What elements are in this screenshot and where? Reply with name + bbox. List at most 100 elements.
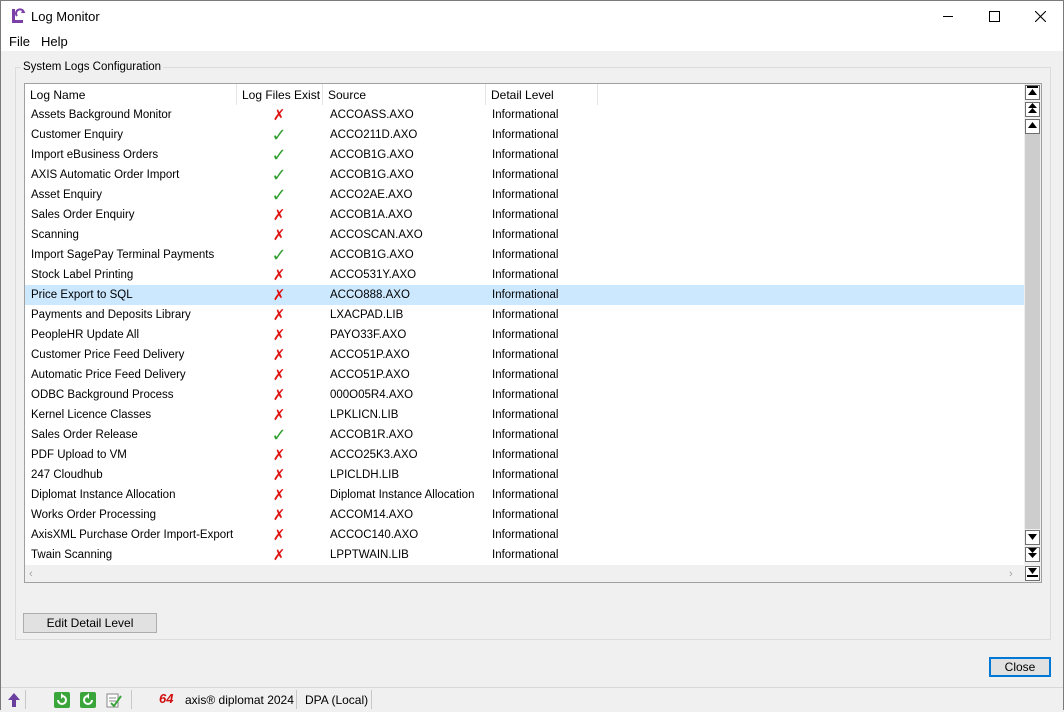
double-chevron-down-icon <box>1027 547 1038 562</box>
detail-level-cell: Informational <box>492 449 559 461</box>
detail-level-cell: Informational <box>492 389 559 401</box>
table-row[interactable]: Stock Label Printing ✗ ACCO531Y.AXO Informa… <box>25 265 1024 285</box>
table-row[interactable]: Scanning ✗ ACCOSCAN.AXO Informational <box>25 225 1024 245</box>
minimize-button[interactable] <box>925 1 971 31</box>
maximize-button[interactable] <box>971 1 1017 31</box>
source-cell: ACCO51P.AXO <box>330 349 410 361</box>
scroll-top-button[interactable] <box>1025 85 1040 100</box>
source-cell: PAYO33F.AXO <box>330 329 407 341</box>
table-row[interactable]: Customer Enquiry ✓ ACCO211D.AXO Information… <box>25 125 1024 145</box>
table-row[interactable]: AXIS Automatic Order Import ✓ ACCOB1G.AXO I… <box>25 165 1024 185</box>
log-name-cell: Import eBusiness Orders <box>31 149 159 161</box>
table-row[interactable]: AxisXML Purchase Order Import-Export ✗ ACC… <box>25 525 1024 545</box>
horizontal-scrollbar[interactable]: ‹ › <box>25 565 1024 582</box>
table-row[interactable]: ODBC Background Process ✗ 000O05R4.AXO Info… <box>25 385 1024 405</box>
table-row[interactable]: Twain Scanning ✗ LPPTWAIN.LIB Informational <box>25 545 1024 565</box>
log-name-cell: Payments and Deposits Library <box>31 309 191 321</box>
table-row[interactable]: PDF Upload to VM ✗ ACCO25K3.AXO Information… <box>25 445 1024 465</box>
cross-icon: ✗ <box>272 106 286 124</box>
close-window-button[interactable] <box>1017 1 1063 31</box>
source-cell: ACCO25K3.AXO <box>330 449 418 461</box>
close-button[interactable]: Close <box>989 657 1051 677</box>
table-row[interactable]: Customer Price Feed Delivery ✗ ACCO51P.AXO… <box>25 345 1024 365</box>
menu-file[interactable]: File <box>8 34 31 49</box>
log-name-cell: Twain Scanning <box>31 549 113 561</box>
scroll-up-button[interactable] <box>1025 119 1040 134</box>
scrollbar-thumb[interactable] <box>1025 134 1040 529</box>
source-cell: ACCOSCAN.AXO <box>330 229 423 241</box>
scroll-page-up-button[interactable] <box>1025 102 1040 117</box>
cross-icon: ✗ <box>272 466 286 484</box>
column-header-log-name[interactable]: Log Name <box>25 84 237 105</box>
scroll-left-icon[interactable]: ‹ <box>29 568 33 580</box>
table-row[interactable]: PeopleHR Update All ✗ PAYO33F.AXO Informati… <box>25 325 1024 345</box>
menu-help[interactable]: Help <box>40 34 69 49</box>
cross-icon: ✗ <box>272 526 286 544</box>
check-icon: ✓ <box>271 125 287 145</box>
detail-level-cell: Informational <box>492 129 559 141</box>
detail-level-cell: Informational <box>492 309 559 321</box>
table-row[interactable]: Automatic Price Feed Delivery ✗ ACCO51P.AX… <box>25 365 1024 385</box>
check-icon: ✓ <box>271 185 287 205</box>
cross-icon: ✗ <box>272 506 286 524</box>
table-row[interactable]: Payments and Deposits Library ✗ LXACPAD.LI… <box>25 305 1024 325</box>
cross-icon: ✗ <box>272 366 286 384</box>
source-cell: ACCOASS.AXO <box>330 109 414 121</box>
check-icon: ✓ <box>271 425 287 445</box>
log-monitor-window: Log Monitor File Help System Logs Config… <box>0 0 1064 710</box>
check-icon: ✓ <box>271 145 287 165</box>
detail-level-cell: Informational <box>492 329 559 341</box>
cross-icon: ✗ <box>272 406 286 424</box>
chevron-down-icon <box>1027 531 1038 545</box>
title-bar[interactable]: Log Monitor <box>1 1 1063 31</box>
refresh-icon[interactable] <box>53 691 71 709</box>
log-name-cell: ODBC Background Process <box>31 389 174 401</box>
vertical-scrollbar[interactable] <box>1024 84 1041 565</box>
table-row[interactable]: Price Export to SQL ✗ ACCO888.AXO Informati… <box>25 285 1024 305</box>
scroll-to-top-icon <box>1027 85 1038 100</box>
source-cell: LPICLDH.LIB <box>330 469 400 481</box>
detail-level-cell: Informational <box>492 429 559 441</box>
detail-level-cell: Informational <box>492 209 559 221</box>
source-cell: ACCOC140.AXO <box>330 529 419 541</box>
table-row[interactable]: Sales Order Release ✓ ACCOB1R.AXO Informati… <box>25 425 1024 445</box>
table-row[interactable]: Kernel Licence Classes ✗ LPKLICN.LIB Inform… <box>25 405 1024 425</box>
source-cell: ACCO888.AXO <box>330 289 410 301</box>
source-cell: ACCO211D.AXO <box>330 129 418 141</box>
log-name-cell: AxisXML Purchase Order Import-Export <box>31 529 234 541</box>
scroll-right-icon[interactable]: › <box>1009 568 1013 580</box>
checklist-icon[interactable] <box>105 691 123 709</box>
source-cell: ACCO51P.AXO <box>330 369 410 381</box>
source-cell: 000O05R4.AXO <box>330 389 414 401</box>
table-row[interactable]: 247 Cloudhub ✗ LPICLDH.LIB Informational <box>25 465 1024 485</box>
table-row[interactable]: Assets Background Monitor ✗ ACCOASS.AXO Inf… <box>25 105 1024 125</box>
auto-refresh-icon[interactable] <box>79 691 97 709</box>
scroll-to-bottom-icon <box>1027 567 1038 581</box>
column-header-source[interactable]: Source <box>323 84 486 105</box>
scroll-bottom-button[interactable] <box>1025 566 1040 581</box>
table-row[interactable]: Diplomat Instance Allocation ✗ Diplomat In… <box>25 485 1024 505</box>
detail-level-cell: Informational <box>492 249 559 261</box>
edit-detail-level-button[interactable]: Edit Detail Level <box>23 613 157 633</box>
scroll-page-down-button[interactable] <box>1025 547 1040 562</box>
table-row[interactable]: Works Order Processing ✗ ACCOM14.AXO Inform… <box>25 505 1024 525</box>
table-header: Log Name Log Files Exist Source Detail L… <box>25 84 1025 105</box>
log-name-cell: Import SagePay Terminal Payments <box>31 249 215 261</box>
column-header-detail-level[interactable]: Detail Level <box>486 84 598 105</box>
detail-level-cell: Informational <box>492 549 559 561</box>
scroll-down-button[interactable] <box>1025 530 1040 545</box>
table-row[interactable]: Sales Order Enquiry ✗ ACCOB1A.AXO Informati… <box>25 205 1024 225</box>
table-row[interactable]: Import SagePay Terminal Payments ✓ ACCOB1G… <box>25 245 1024 265</box>
upload-arrow-icon[interactable] <box>5 691 23 709</box>
status-separator <box>296 690 297 709</box>
cross-icon: ✗ <box>272 306 286 324</box>
detail-level-cell: Informational <box>492 409 559 421</box>
cross-icon: ✗ <box>272 206 286 224</box>
table-row[interactable]: Import eBusiness Orders ✓ ACCOB1G.AXO Infor… <box>25 145 1024 165</box>
column-header-log-files-exist[interactable]: Log Files Exist <box>237 84 323 105</box>
log-name-cell: Customer Enquiry <box>31 129 124 141</box>
table-row[interactable]: Asset Enquiry ✓ ACCO2AE.AXO Informational <box>25 185 1024 205</box>
maximize-icon <box>988 10 1000 22</box>
table-body: Assets Background Monitor ✗ ACCOASS.AXO Inf… <box>25 105 1024 565</box>
close-icon <box>1034 10 1046 22</box>
